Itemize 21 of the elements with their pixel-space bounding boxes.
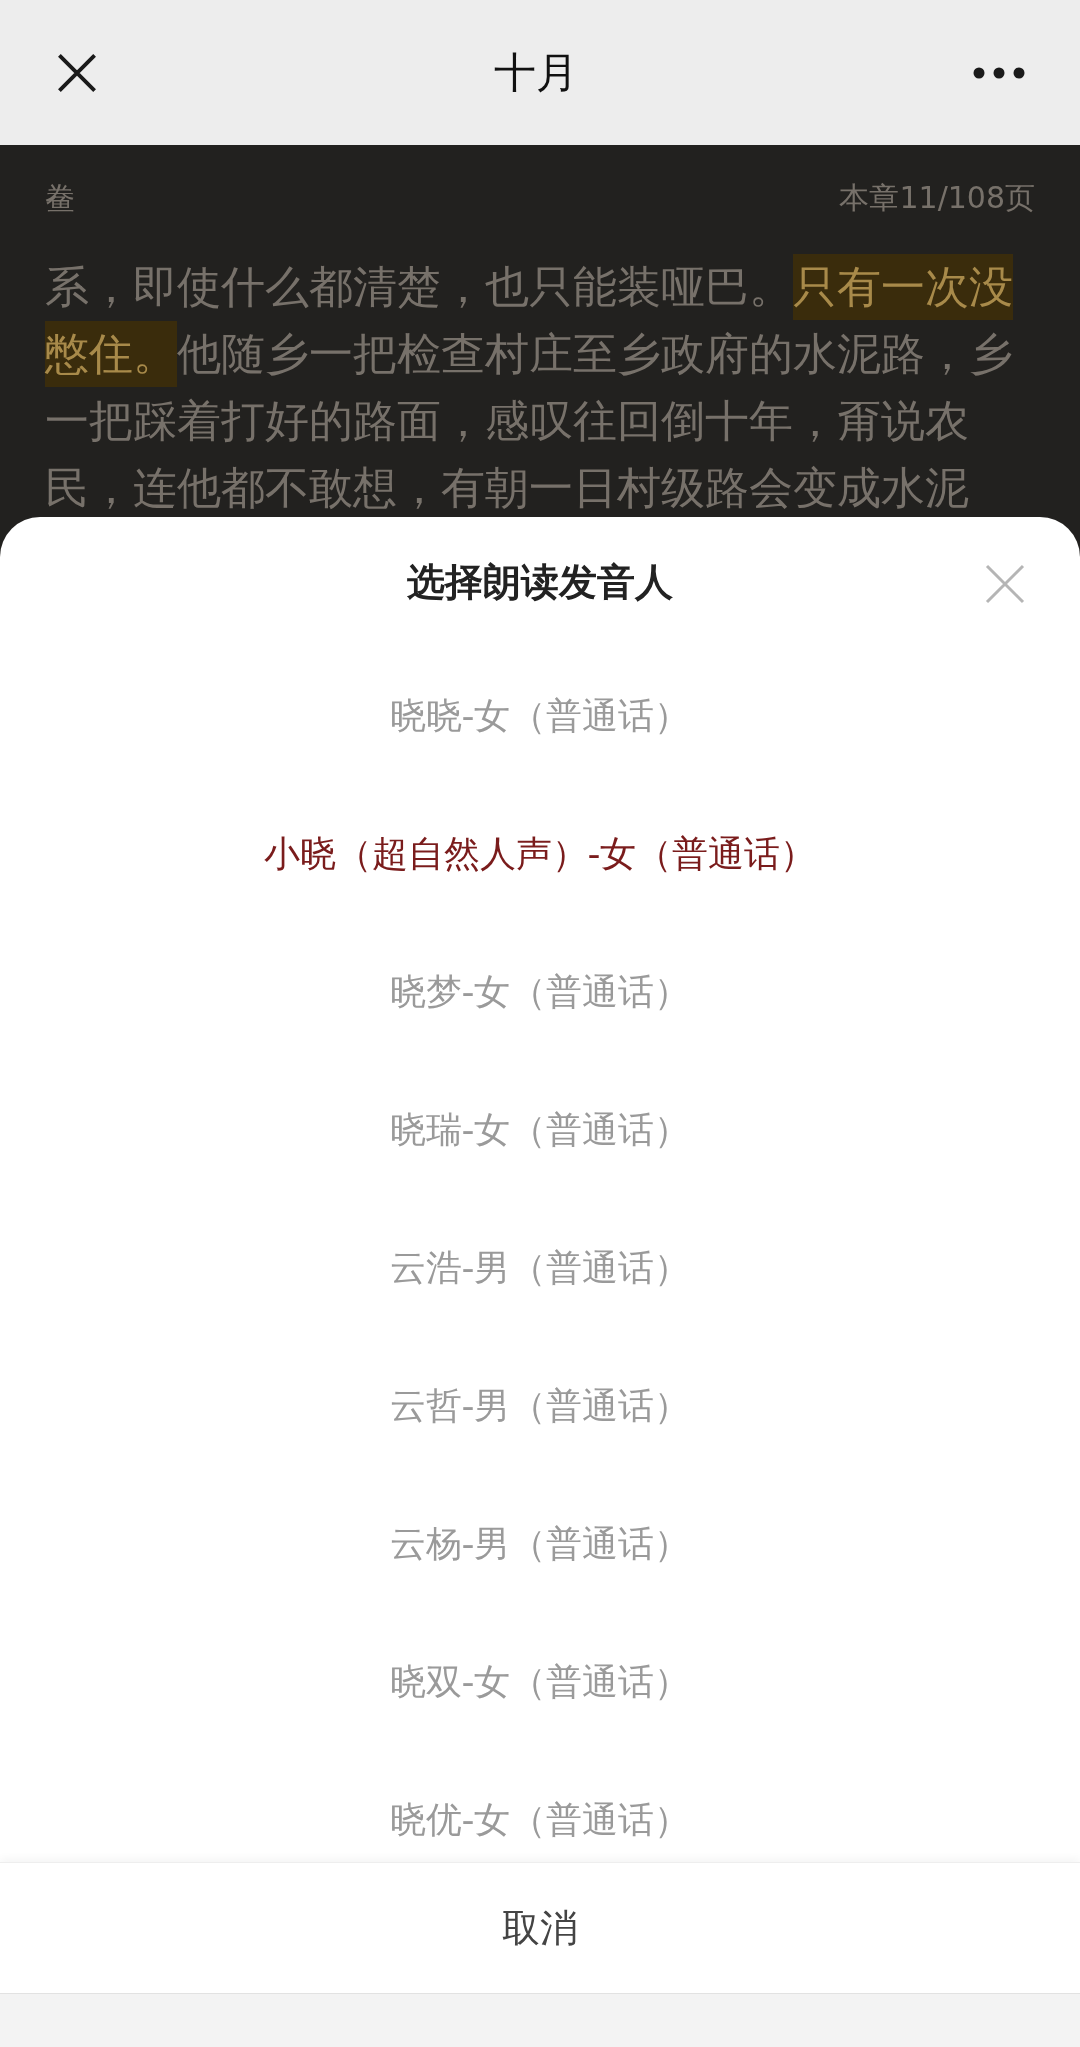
more-icon[interactable] [973,65,1025,80]
reading-text: 民，连他都不敢想，有朝一日村级路会变成水泥 [45,460,969,515]
highlighted-text: 憋住。 [45,320,177,387]
highlighted-text: 只有一次没 [793,253,1013,320]
chapter-mark: 鲞 [45,178,75,217]
page-title: 十月 [494,47,578,99]
cancel-button[interactable]: 取消 [462,1879,618,1977]
voice-option[interactable]: 晓双-女（普通话） [0,1613,1080,1751]
voice-option[interactable]: 云浩-男（普通话） [0,1199,1080,1337]
voice-option[interactable]: 云杨-男（普通话） [0,1475,1080,1613]
reading-text: 一把踩着打好的路面，感叹往回倒十年，甭说农 [45,393,969,448]
voice-option[interactable]: 晓瑞-女（普通话） [0,1061,1080,1199]
reading-text: 他随乡一把检查村庄至乡政府的水泥路，乡 [177,326,1013,381]
voice-option[interactable]: 晓晓-女（普通话） [0,647,1080,785]
sheet-title: 选择朗读发音人 [407,558,673,606]
voice-option[interactable]: 晓梦-女（普通话） [0,923,1080,1061]
page-counter: 本章11/108页 [839,178,1035,217]
voice-option[interactable]: 云哲-男（普通话） [0,1337,1080,1475]
voice-option[interactable]: 小晓（超自然人声）-女（普通话） [0,785,1080,923]
reading-text: 系，即使什么都清楚，也只能装哑巴。 [45,259,793,314]
voice-option[interactable]: 晓优-女（普通话） [0,1751,1080,1862]
